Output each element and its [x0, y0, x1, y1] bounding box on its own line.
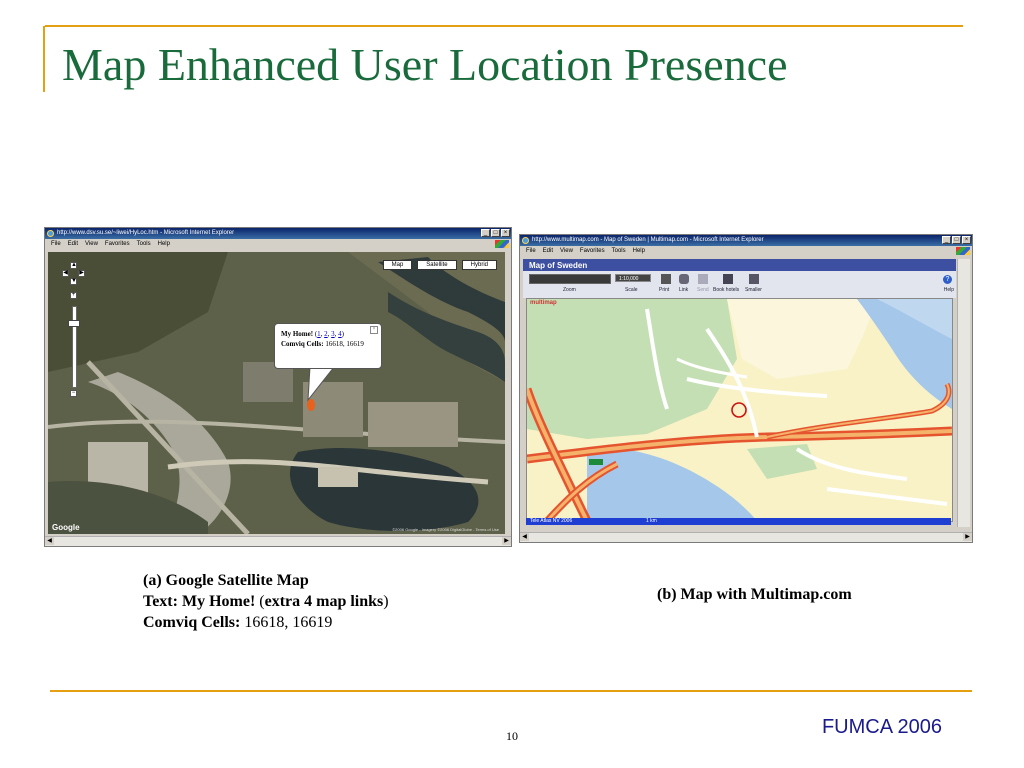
satellite-map[interactable]: ▲ ◀ ▶ ▼ + − Map Satellite Hybrid × My Ho…	[48, 252, 505, 534]
infowindow-name-line: My Home! (1, 2, 3, 4)	[281, 330, 345, 338]
location-infowindow: × My Home! (1, 2, 3, 4) Comviq Cells: 16…	[274, 323, 382, 369]
map-link-2[interactable]: 2	[324, 330, 328, 338]
top-rule	[45, 25, 963, 27]
menu-tools[interactable]: Tools	[137, 239, 151, 249]
street-map[interactable]: multimap	[526, 298, 953, 522]
map-link-1[interactable]: 1	[317, 330, 321, 338]
menu-tools[interactable]: Tools	[612, 246, 626, 256]
slide-title: Map Enhanced User Location Presence	[62, 39, 788, 90]
scale-indicator: 1 km	[646, 518, 657, 524]
menu-bar: File Edit View Favorites Tools Help	[45, 239, 511, 249]
minimize-button[interactable]: _	[481, 229, 490, 237]
menu-favorites[interactable]: Favorites	[580, 246, 605, 256]
cells-value: 16618, 16619	[323, 340, 364, 348]
help-label[interactable]: Help	[944, 287, 954, 293]
window-title: http://www.dsv.su.se/~liwei/HyLoc.htm - …	[57, 230, 235, 236]
caption-a-cells-label: Comviq Cells:	[143, 614, 241, 631]
page-heading: Map of Sweden	[529, 261, 588, 270]
menu-edit[interactable]: Edit	[543, 246, 553, 256]
caption-a-text-label: Text: My Home!	[143, 593, 256, 610]
scale-label: Scale	[625, 287, 638, 293]
bottom-rule	[50, 690, 972, 692]
infowindow-cells-line: Comviq Cells: 16618, 16619	[281, 339, 375, 349]
link-icon[interactable]	[679, 274, 689, 284]
menu-bar: File Edit View Favorites Tools Help	[520, 246, 972, 256]
windows-flag-icon	[495, 240, 509, 248]
menu-file[interactable]: File	[51, 239, 61, 249]
zoom-scale-slider[interactable]	[529, 274, 611, 284]
scroll-left-icon[interactable]: ◀	[520, 533, 529, 541]
menu-help[interactable]: Help	[158, 239, 170, 249]
caption-a-paren-close: )	[383, 593, 389, 610]
ie-icon	[47, 230, 54, 237]
menu-help[interactable]: Help	[633, 246, 645, 256]
footer-organization: FUMCA 2006	[821, 716, 942, 738]
menu-view[interactable]: View	[560, 246, 573, 256]
print-label[interactable]: Print	[659, 287, 669, 293]
multimap-header: Map of Sweden 1:10,000 Zoom Scale Print …	[523, 259, 956, 298]
map-link-3[interactable]: 3	[331, 330, 335, 338]
ie-icon	[522, 237, 529, 244]
help-icon[interactable]: ?	[943, 275, 952, 284]
title-accent-bar	[43, 26, 45, 92]
street-map-graphic	[527, 299, 952, 521]
map-footer-bar: Tele Atlas NV 2006 1 km	[526, 518, 951, 525]
infowindow-tail	[307, 364, 336, 402]
menu-view[interactable]: View	[85, 239, 98, 249]
menu-favorites[interactable]: Favorites	[105, 239, 130, 249]
caption-a-line3: Comviq Cells: 16618, 16619	[143, 612, 389, 633]
send-label[interactable]: Send	[697, 287, 709, 293]
caption-a-line1: (a) Google Satellite Map	[143, 572, 309, 589]
maximize-button[interactable]: □	[952, 236, 961, 244]
close-icon[interactable]: ×	[370, 326, 378, 334]
caption-a-line2: Text: My Home! (extra 4 map links)	[143, 591, 389, 612]
scroll-right-icon[interactable]: ▶	[502, 537, 511, 545]
smaller-label[interactable]: Smaller	[745, 287, 762, 293]
minimize-button[interactable]: _	[942, 236, 951, 244]
book-hotels-label[interactable]: Book hotels	[713, 287, 739, 293]
menu-edit[interactable]: Edit	[68, 239, 78, 249]
window-title-bar: http://www.dsv.su.se/~liwei/HyLoc.htm - …	[45, 228, 511, 239]
cells-label: Comviq Cells:	[281, 340, 324, 348]
page-number: 10	[506, 729, 518, 743]
link-label[interactable]: Link	[679, 287, 688, 293]
print-icon[interactable]	[661, 274, 671, 284]
caption-multimap: (b) Map with Multimap.com	[657, 586, 852, 603]
caption-a-cells-value: 16618, 16619	[240, 614, 333, 631]
browser-window-google: http://www.dsv.su.se/~liwei/HyLoc.htm - …	[44, 227, 512, 547]
multimap-logo: multimap	[530, 300, 557, 306]
home-label: My Home!	[281, 330, 314, 338]
scroll-right-icon[interactable]: ▶	[963, 533, 972, 541]
horizontal-scrollbar[interactable]: ◀ ▶	[45, 536, 511, 546]
map-copyright: ©2006 Google - Imagery ©2006 DigitalGlob…	[392, 527, 499, 532]
caption-a-extra: extra 4 map links	[264, 593, 384, 610]
scale-select[interactable]: 1:10,000	[615, 274, 651, 282]
window-controls: _ □ ×	[481, 229, 510, 237]
zoom-label: Zoom	[563, 287, 576, 293]
windows-flag-icon	[956, 247, 970, 255]
maximize-button[interactable]: □	[491, 229, 500, 237]
close-button[interactable]: ×	[501, 229, 510, 237]
close-button[interactable]: ×	[962, 236, 971, 244]
window-title-bar: http://www.multimap.com - Map of Sweden …	[520, 235, 972, 246]
location-marker-icon[interactable]	[307, 399, 315, 411]
vertical-scrollbar[interactable]	[957, 259, 970, 527]
multimap-toolbar: 1:10,000 Zoom Scale Print Link Send Book…	[523, 271, 956, 298]
horizontal-scrollbar[interactable]: ◀ ▶	[520, 532, 972, 542]
hotel-icon[interactable]	[723, 274, 733, 284]
google-logo: Google	[52, 523, 80, 532]
caption-a-paren-open: (	[255, 593, 265, 610]
link-close-paren: )	[341, 330, 345, 338]
smaller-icon[interactable]	[749, 274, 759, 284]
window-title: http://www.multimap.com - Map of Sweden …	[532, 237, 764, 243]
send-icon[interactable]	[698, 274, 708, 284]
browser-window-multimap: http://www.multimap.com - Map of Sweden …	[519, 234, 973, 543]
map-copyright: Tele Atlas NV 2006	[530, 518, 573, 524]
scroll-left-icon[interactable]: ◀	[45, 537, 54, 545]
caption-google: (a) Google Satellite Map Text: My Home! …	[143, 570, 389, 633]
menu-file[interactable]: File	[526, 246, 536, 256]
window-controls: _ □ ×	[942, 236, 971, 244]
